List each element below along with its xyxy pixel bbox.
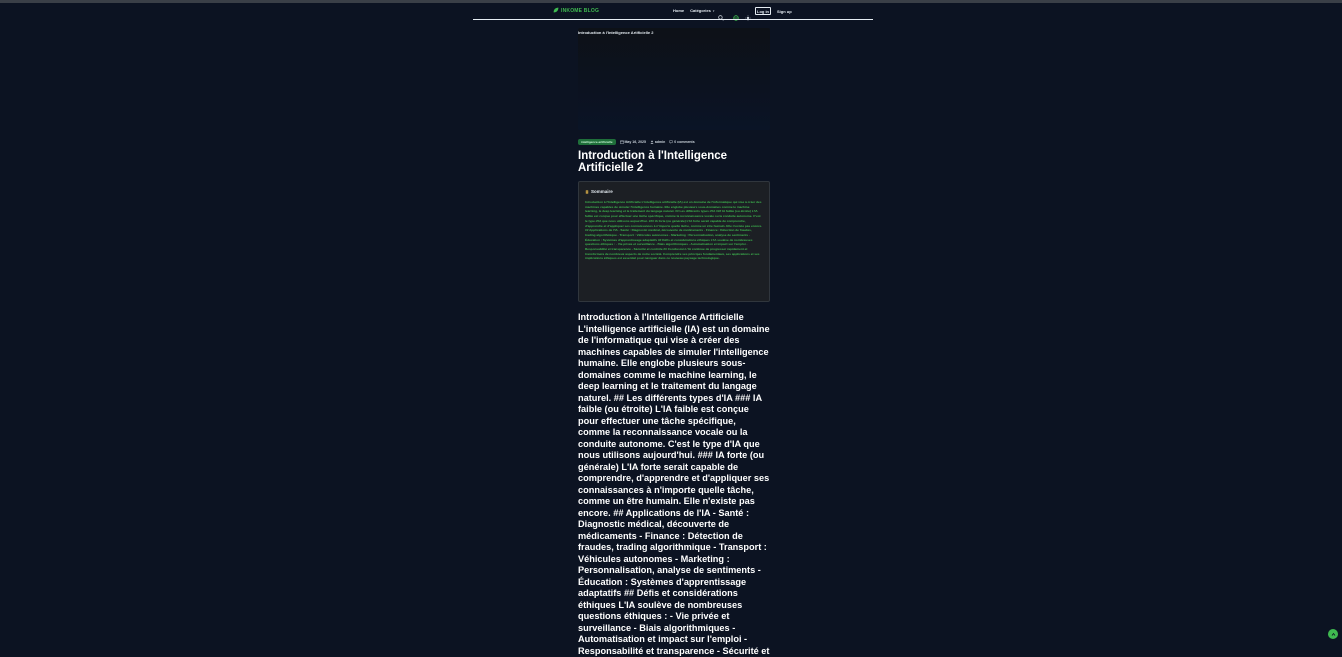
search-icon[interactable] <box>718 8 724 21</box>
brand-logo[interactable]: INKOME BLOG <box>553 7 599 15</box>
comment-icon <box>669 140 674 144</box>
brand-name: INKOME BLOG <box>561 8 600 14</box>
category-tag[interactable]: intelligence-artificielle <box>578 139 616 145</box>
top-navbar: INKOME BLOG Home Catégories ▾ Log in Sig… <box>473 5 873 21</box>
summary-text: Introduction à l'Intelligence Artificiel… <box>585 200 763 261</box>
summary-box: Sommaire Introduction à l'Intelligence A… <box>578 181 770 302</box>
article-body: Introduction à l'Intelligence Artificiel… <box>578 312 770 656</box>
leaf-icon <box>553 7 559 15</box>
login-button[interactable]: Log in <box>755 7 771 15</box>
comment-count[interactable]: 0 comments <box>674 140 694 144</box>
signup-link[interactable]: Sign up <box>777 9 792 14</box>
chevron-up-icon <box>1331 632 1335 636</box>
scroll-top-button[interactable] <box>1328 629 1338 639</box>
user-icon <box>650 140 654 144</box>
author-meta: admin <box>650 140 665 144</box>
article-title: Introduction à l'Intelligence Artificiel… <box>578 150 728 174</box>
sun-icon[interactable] <box>745 8 751 21</box>
globe-icon[interactable] <box>733 8 739 21</box>
comments-meta: 0 comments <box>669 140 695 144</box>
main-menu: Home Catégories ▾ <box>673 8 720 13</box>
window-frame <box>0 0 1342 3</box>
hero-caption: Introduction à l'Intelligence Artificiel… <box>578 30 654 35</box>
post-date: May 16, 2025 <box>624 140 646 144</box>
summary-header: Sommaire <box>585 189 763 194</box>
nav-categories[interactable]: Catégories ▾ <box>690 8 714 13</box>
nav-categories-label: Catégories <box>690 8 711 13</box>
nav-home[interactable]: Home <box>673 8 684 13</box>
post-author[interactable]: admin <box>655 140 665 144</box>
document-icon <box>585 189 589 194</box>
calendar-icon <box>619 140 624 144</box>
date-meta: May 16, 2025 <box>619 140 646 144</box>
article-meta: intelligence-artificielle May 16, 2025 a… <box>578 139 699 145</box>
hero-image: Introduction à l'Intelligence Artificiel… <box>578 28 770 130</box>
navbar-divider <box>473 19 873 20</box>
article: Introduction à l'Intelligence Artificiel… <box>578 28 770 656</box>
chevron-down-icon: ▾ <box>712 8 715 13</box>
summary-heading: Sommaire <box>591 189 613 194</box>
